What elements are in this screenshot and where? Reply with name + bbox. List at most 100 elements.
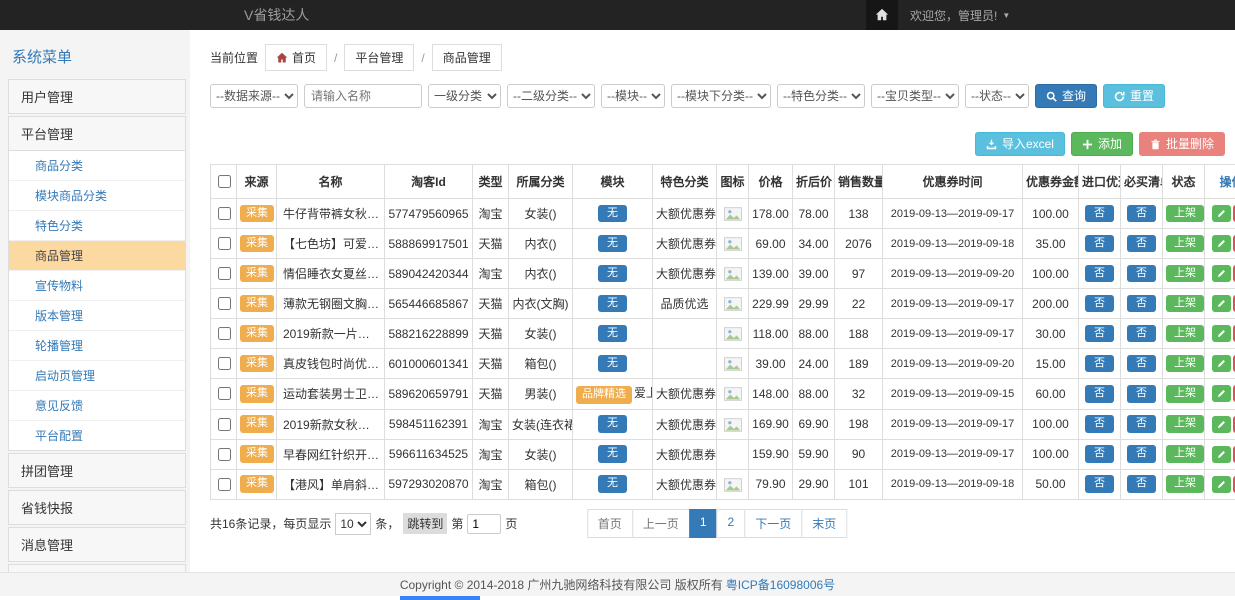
filter-select-4[interactable]: --模块-- (601, 84, 665, 108)
status-badge[interactable]: 上架 (1166, 415, 1204, 433)
row-checkbox[interactable] (218, 327, 231, 340)
module-none-badge[interactable]: 无 (598, 475, 627, 493)
status-badge[interactable]: 上架 (1166, 445, 1204, 463)
sidebar-subitem[interactable]: 模块商品分类 (9, 181, 185, 211)
sidebar-subitem[interactable]: 意见反馈 (9, 391, 185, 421)
module-none-badge[interactable]: 无 (598, 415, 627, 433)
sidebar-item-2[interactable]: 平台管理 (8, 116, 186, 151)
name-search-input[interactable] (304, 84, 422, 108)
sidebar-subitem[interactable]: 特色分类 (9, 211, 185, 241)
reset-button[interactable]: 重置 (1103, 84, 1165, 108)
status-badge[interactable]: 上架 (1166, 385, 1204, 403)
status-badge[interactable]: 上架 (1166, 355, 1204, 373)
breadcrumb-item[interactable]: 商品管理 (432, 44, 502, 71)
search-button[interactable]: 查询 (1035, 84, 1097, 108)
must-buy-badge[interactable]: 否 (1127, 445, 1156, 463)
row-checkbox[interactable] (218, 207, 231, 220)
sidebar-subitem[interactable]: 商品分类 (9, 151, 185, 181)
page-button-首页[interactable]: 首页 (587, 509, 633, 538)
import-select-badge[interactable]: 否 (1085, 385, 1114, 403)
module-none-badge[interactable]: 无 (598, 205, 627, 223)
import-excel-button[interactable]: 导入excel (975, 132, 1065, 156)
status-badge[interactable]: 上架 (1166, 205, 1204, 223)
import-select-badge[interactable]: 否 (1085, 205, 1114, 223)
status-badge[interactable]: 上架 (1166, 235, 1204, 253)
home-button[interactable] (866, 0, 898, 30)
row-checkbox[interactable] (218, 418, 231, 431)
sidebar-item-1[interactable]: 用户管理 (8, 79, 186, 114)
import-select-badge[interactable]: 否 (1085, 445, 1114, 463)
sidebar-subitem[interactable]: 商品管理 (9, 241, 185, 271)
sidebar-item-6[interactable]: 订单管理 (8, 564, 186, 572)
filter-select-8[interactable]: --状态-- (965, 84, 1029, 108)
sidebar-subitem[interactable]: 宣传物料 (9, 271, 185, 301)
must-buy-badge[interactable]: 否 (1127, 205, 1156, 223)
sidebar-subitem[interactable]: 启动页管理 (9, 361, 185, 391)
filter-select-3[interactable]: --二级分类-- (507, 84, 595, 108)
page-button-1[interactable]: 1 (689, 509, 718, 538)
module-none-badge[interactable]: 无 (598, 445, 627, 463)
row-checkbox[interactable] (218, 267, 231, 280)
batch-delete-button[interactable]: 批量删除 (1139, 132, 1225, 156)
page-button-末页[interactable]: 末页 (801, 509, 847, 538)
edit-button[interactable] (1212, 235, 1231, 252)
import-select-badge[interactable]: 否 (1085, 235, 1114, 253)
sidebar-item-4[interactable]: 省钱快报 (8, 490, 186, 525)
module-none-badge[interactable]: 无 (598, 295, 627, 313)
status-badge[interactable]: 上架 (1166, 295, 1204, 313)
select-all-checkbox[interactable] (218, 175, 231, 188)
icp-link[interactable]: 粤ICP备16098006号 (726, 576, 835, 593)
status-badge[interactable]: 上架 (1166, 265, 1204, 283)
must-buy-badge[interactable]: 否 (1127, 475, 1156, 493)
module-none-badge[interactable]: 无 (598, 355, 627, 373)
filter-select-6[interactable]: --特色分类-- (777, 84, 865, 108)
row-checkbox[interactable] (218, 478, 231, 491)
module-none-badge[interactable]: 无 (598, 265, 627, 283)
row-checkbox[interactable] (218, 297, 231, 310)
breadcrumb-item[interactable]: 平台管理 (344, 44, 414, 71)
edit-button[interactable] (1212, 295, 1231, 312)
page-button-下一页[interactable]: 下一页 (744, 509, 802, 538)
user-menu[interactable]: 欢迎您，管理员! ▼ (898, 0, 1022, 30)
must-buy-badge[interactable]: 否 (1127, 265, 1156, 283)
edit-button[interactable] (1212, 265, 1231, 282)
scrollbar-thumb[interactable] (400, 596, 480, 600)
status-badge[interactable]: 上架 (1166, 325, 1204, 343)
import-select-badge[interactable]: 否 (1085, 355, 1114, 373)
page-jump-input[interactable] (467, 514, 501, 534)
row-checkbox[interactable] (218, 448, 231, 461)
must-buy-badge[interactable]: 否 (1127, 325, 1156, 343)
filter-select-0[interactable]: --数据来源-- (210, 84, 298, 108)
sidebar-subitem[interactable]: 平台配置 (9, 421, 185, 450)
filter-select-5[interactable]: --模块下分类-- (671, 84, 771, 108)
module-none-badge[interactable]: 无 (598, 325, 627, 343)
must-buy-badge[interactable]: 否 (1127, 415, 1156, 433)
page-button-2[interactable]: 2 (717, 509, 746, 538)
sidebar-item-3[interactable]: 拼团管理 (8, 453, 186, 488)
filter-select-7[interactable]: --宝贝类型-- (871, 84, 959, 108)
breadcrumb-item[interactable]: 首页 (265, 44, 327, 71)
edit-button[interactable] (1212, 416, 1231, 433)
import-select-badge[interactable]: 否 (1085, 475, 1114, 493)
edit-button[interactable] (1212, 446, 1231, 463)
row-checkbox[interactable] (218, 357, 231, 370)
must-buy-badge[interactable]: 否 (1127, 385, 1156, 403)
import-select-badge[interactable]: 否 (1085, 325, 1114, 343)
status-badge[interactable]: 上架 (1166, 475, 1204, 493)
import-select-badge[interactable]: 否 (1085, 415, 1114, 433)
page-size-select[interactable]: 10 (335, 513, 371, 535)
edit-button[interactable] (1212, 476, 1231, 493)
edit-button[interactable] (1212, 205, 1231, 222)
must-buy-badge[interactable]: 否 (1127, 355, 1156, 373)
edit-button[interactable] (1212, 355, 1231, 372)
import-select-badge[interactable]: 否 (1085, 265, 1114, 283)
edit-button[interactable] (1212, 385, 1231, 402)
edit-button[interactable] (1212, 325, 1231, 342)
sidebar-subitem[interactable]: 版本管理 (9, 301, 185, 331)
must-buy-badge[interactable]: 否 (1127, 235, 1156, 253)
add-button[interactable]: 添加 (1071, 132, 1133, 156)
filter-select-2[interactable]: 一级分类 (428, 84, 501, 108)
sidebar-item-5[interactable]: 消息管理 (8, 527, 186, 562)
must-buy-badge[interactable]: 否 (1127, 295, 1156, 313)
sidebar-subitem[interactable]: 轮播管理 (9, 331, 185, 361)
